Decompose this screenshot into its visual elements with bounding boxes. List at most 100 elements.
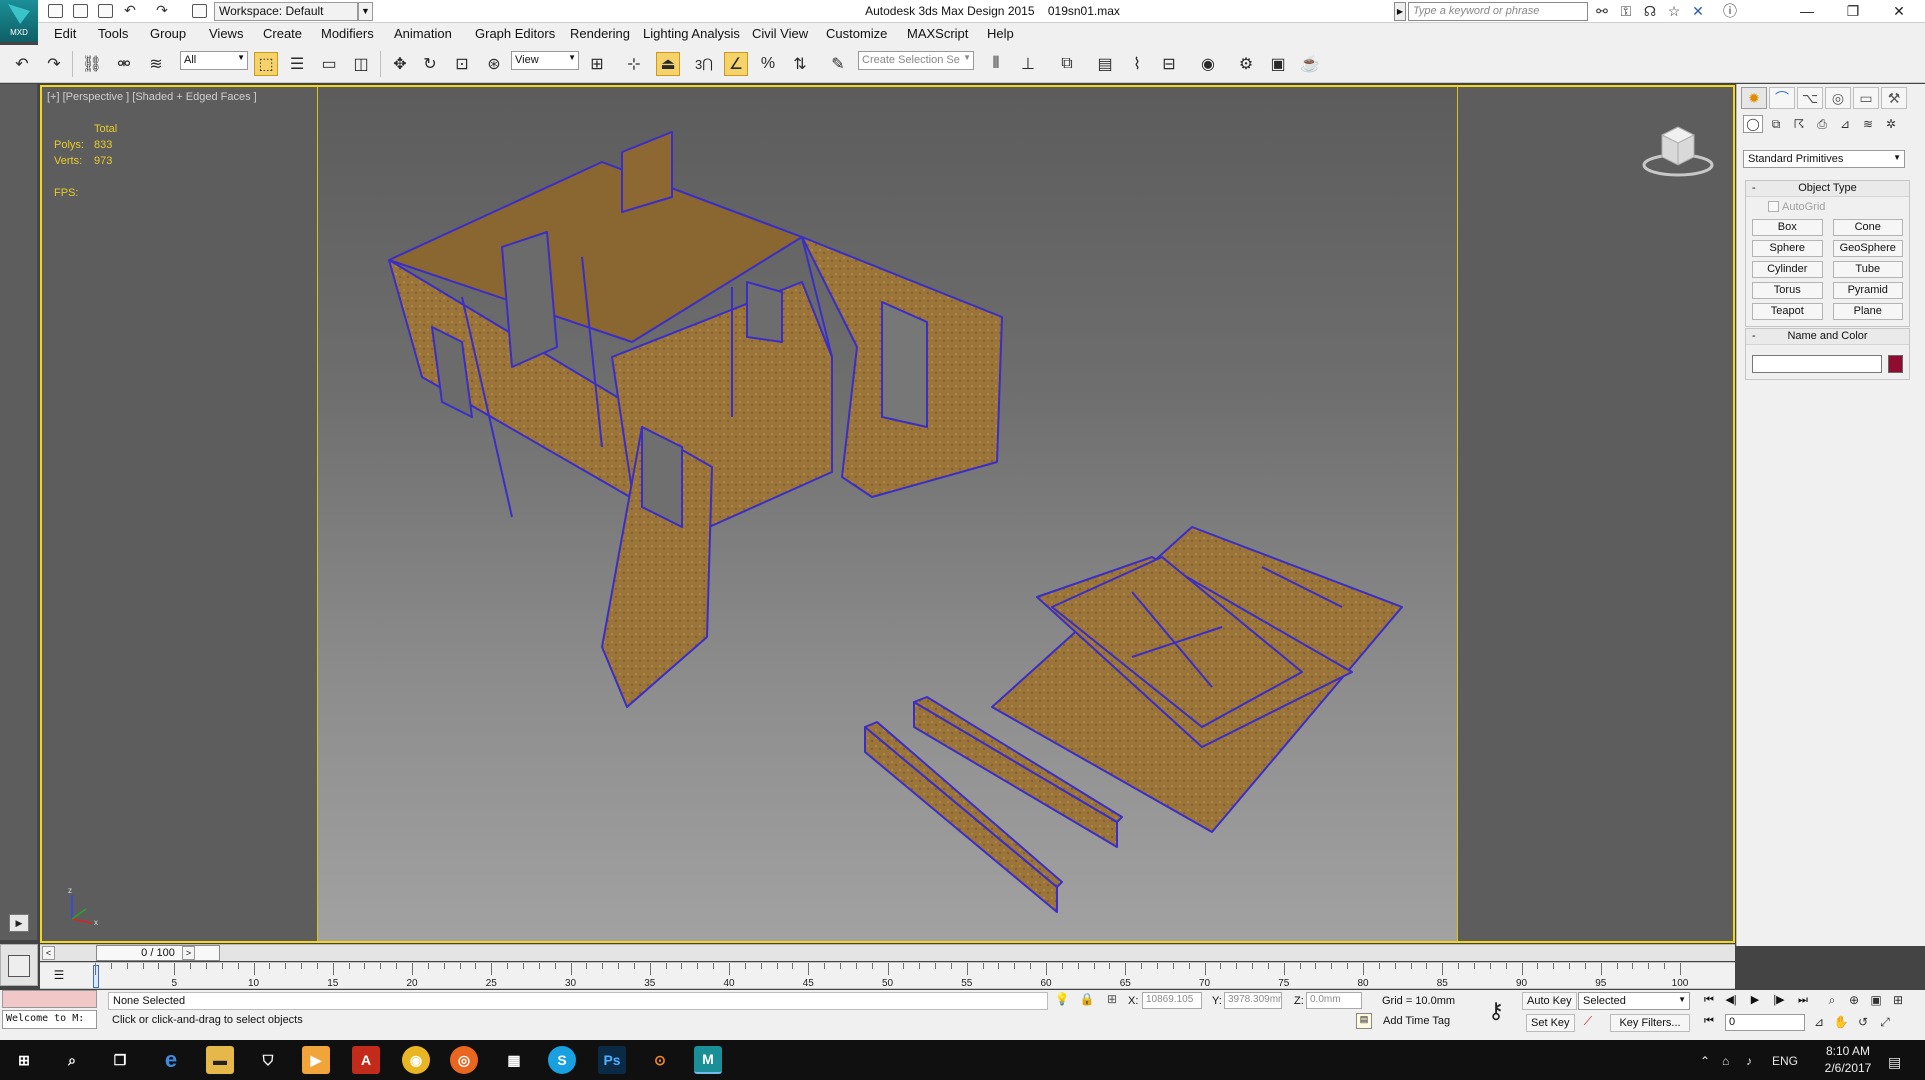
menu-animation[interactable]: Animation	[394, 26, 452, 41]
x-coord-field[interactable]: 10869.105	[1142, 992, 1202, 1009]
pan-view-icon[interactable]: ✋	[1832, 1014, 1850, 1032]
expand-search-icon[interactable]: ▶	[1394, 2, 1406, 21]
align-icon[interactable]: ⊥	[1016, 52, 1040, 76]
maxscript-listener-mini[interactable]	[2, 990, 97, 1008]
select-and-place-icon[interactable]: ⊛	[482, 52, 506, 76]
system-clock[interactable]: 8:10 AM 2/6/2017	[1818, 1043, 1878, 1077]
select-and-scale-icon[interactable]: ⊡	[450, 52, 474, 76]
select-and-rotate-icon[interactable]: ↻	[418, 52, 442, 76]
create-tab-icon[interactable]: ✹	[1741, 87, 1767, 109]
menu-views[interactable]: Views	[209, 26, 243, 41]
action-center-icon[interactable]: ▤	[1888, 1054, 1901, 1071]
window-crossing-icon[interactable]: ◫	[349, 52, 373, 76]
go-to-start-icon[interactable]: ⏮	[1700, 993, 1718, 1009]
tube-button[interactable]: Tube	[1832, 261, 1903, 278]
edit-named-selection-icon[interactable]: ✎	[826, 52, 850, 76]
favorites-star-icon[interactable]: ☆	[1664, 3, 1684, 20]
filmstrip-icon[interactable]: ☰	[50, 968, 68, 984]
snaps-toggle-icon[interactable]: 3 ⋂	[692, 52, 716, 76]
cameras-icon[interactable]: ⎙	[1812, 115, 1832, 133]
skype-icon[interactable]: S	[548, 1046, 576, 1074]
next-frame-arrow-icon[interactable]: >	[182, 946, 195, 960]
menu-rendering[interactable]: Rendering	[570, 26, 630, 41]
scene-geometry[interactable]	[42, 87, 1735, 943]
house-wall-frame[interactable]	[388, 131, 1003, 708]
zoom-extents-icon[interactable]: ▣	[1867, 992, 1885, 1010]
blender-icon[interactable]: ⊙	[646, 1046, 674, 1074]
next-frame-icon[interactable]: |▶	[1770, 993, 1788, 1009]
volume-icon[interactable]: ♪	[1746, 1054, 1752, 1068]
torus-button[interactable]: Torus	[1752, 282, 1823, 299]
primitive-category-dropdown[interactable]: Standard Primitives ▼	[1743, 150, 1905, 168]
schematic-view-icon[interactable]: ⊟	[1157, 52, 1181, 76]
menu-tools[interactable]: Tools	[98, 26, 128, 41]
motion-tab-icon[interactable]: ◎	[1825, 87, 1851, 109]
material-editor-icon[interactable]: ◉	[1196, 52, 1220, 76]
viewcube-icon[interactable]	[1642, 117, 1714, 181]
maxscript-output-field[interactable]: Welcome to M:	[2, 1010, 97, 1029]
set-key-key-icon[interactable]: ⚷	[1488, 998, 1504, 1024]
sphere-button[interactable]: Sphere	[1752, 240, 1823, 257]
bind-space-warp-icon[interactable]: ≋	[144, 52, 168, 76]
undo-icon[interactable]: ↶	[10, 52, 34, 76]
previous-frame-arrow-icon[interactable]: <	[42, 946, 55, 960]
close-button[interactable]: ✕	[1876, 0, 1922, 23]
y-coord-field[interactable]: 3978.309mm	[1224, 992, 1282, 1009]
select-manipulate-icon[interactable]: ⊹	[622, 52, 646, 76]
orbit-icon[interactable]: ↺	[1854, 1014, 1872, 1032]
select-and-link-icon[interactable]: ⛓	[80, 52, 104, 76]
curve-editor-icon[interactable]: ⌇	[1125, 52, 1149, 76]
track-bar[interactable]: ☰ 5 10 15 20 25 30 35 40 45 50 55 60 65 70 75 80 85 90 95 1…	[40, 962, 1735, 989]
windows-start-icon[interactable]: ⊞	[10, 1046, 38, 1074]
helpers-icon[interactable]: ⊿	[1835, 115, 1855, 133]
time-slider-thumb[interactable]: 0 / 100	[96, 945, 220, 961]
acrobat-icon[interactable]: A	[352, 1046, 380, 1074]
render-production-icon[interactable]: ☕	[1298, 52, 1322, 76]
box-button[interactable]: Box	[1752, 219, 1823, 236]
network-icon[interactable]: ⌂	[1722, 1054, 1729, 1068]
menu-customize[interactable]: Customize	[826, 26, 887, 41]
chrome-icon[interactable]: ◉	[402, 1046, 430, 1074]
select-object-icon[interactable]: ⬚	[254, 52, 278, 76]
select-and-move-icon[interactable]: ✥	[388, 52, 412, 76]
menu-maxscript[interactable]: MAXScript	[907, 26, 968, 41]
unlink-selection-icon[interactable]: ⚮	[112, 52, 136, 76]
menu-group[interactable]: Group	[150, 26, 186, 41]
auto-key-button[interactable]: Auto Key	[1522, 992, 1577, 1010]
field-of-view-icon[interactable]: ⊿	[1810, 1014, 1828, 1032]
calculator-icon[interactable]: ▦	[500, 1046, 528, 1074]
systems-icon[interactable]: ✲	[1881, 115, 1901, 133]
pyramid-button[interactable]: Pyramid	[1832, 282, 1903, 299]
render-setup-icon[interactable]: ⚙	[1234, 52, 1258, 76]
reference-coordinate-dropdown[interactable]: View ▼	[511, 51, 579, 70]
help-icon[interactable]: ⓘ	[1720, 3, 1740, 20]
expand-layout-tab-icon[interactable]: ▶	[9, 914, 29, 932]
set-key-button[interactable]: Set Key	[1526, 1014, 1575, 1032]
previous-frame-icon[interactable]: ◀|	[1722, 993, 1740, 1009]
menu-help[interactable]: Help	[987, 26, 1014, 41]
key-selection-dropdown[interactable]: Selected ▼	[1578, 992, 1690, 1010]
mirror-icon[interactable]: ⫴	[984, 52, 1008, 76]
3dsmax-taskbar-icon[interactable]: M	[694, 1046, 722, 1074]
zoom-extents-all-icon[interactable]: ⊞	[1889, 992, 1907, 1010]
redo-icon[interactable]: ↷	[42, 52, 66, 76]
restore-button[interactable]: ❐	[1830, 0, 1876, 23]
isolate-selection-icon[interactable]: 💡	[1054, 992, 1070, 1008]
space-warps-icon[interactable]: ≋	[1858, 115, 1878, 133]
time-slider[interactable]: < 0 / 100 >	[40, 944, 1735, 961]
selection-lock-icon[interactable]: 🔒	[1079, 992, 1095, 1008]
hierarchy-tab-icon[interactable]: ⌥	[1797, 87, 1823, 109]
show-hidden-icons-icon[interactable]: ⌃	[1700, 1054, 1710, 1068]
store-icon[interactable]: ⛉	[254, 1046, 282, 1074]
media-player-icon[interactable]: ▶	[302, 1046, 330, 1074]
cone-button[interactable]: Cone	[1832, 219, 1903, 236]
utilities-tab-icon[interactable]: ⚒	[1881, 87, 1907, 109]
geometry-icon[interactable]: ◯	[1743, 115, 1763, 133]
shapes-icon[interactable]: ⧉	[1766, 115, 1786, 133]
percent-snap-icon[interactable]: %	[756, 52, 780, 76]
cylinder-button[interactable]: Cylinder	[1752, 261, 1823, 278]
play-icon[interactable]: ▶	[1746, 993, 1764, 1009]
zoom-icon[interactable]: ⌕	[1823, 992, 1841, 1010]
menu-edit[interactable]: Edit	[54, 26, 76, 41]
object-color-swatch[interactable]	[1888, 355, 1903, 373]
